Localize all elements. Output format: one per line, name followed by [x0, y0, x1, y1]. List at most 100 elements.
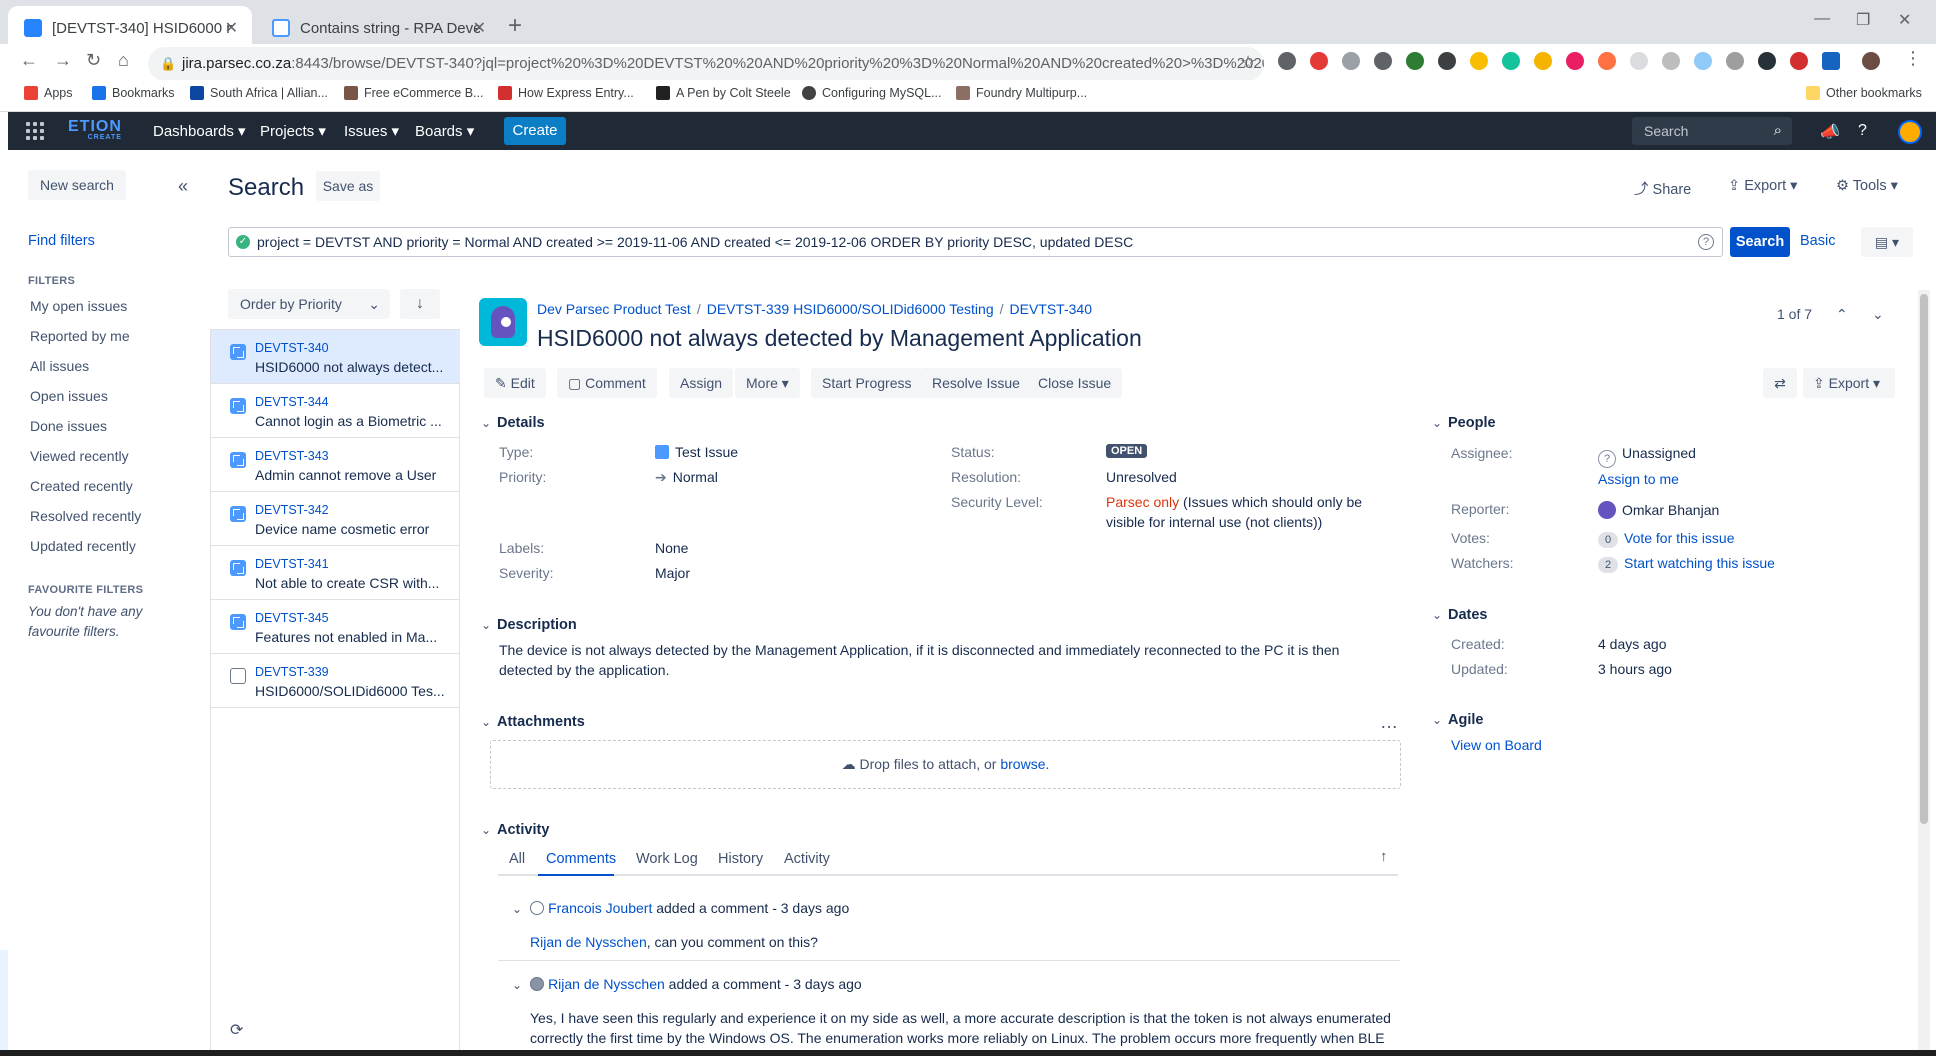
attachments-heading[interactable]: ⌄ Attachments: [481, 714, 585, 730]
refresh-icon[interactable]: ⟳: [230, 1020, 243, 1040]
nav-dashboards[interactable]: Dashboards ▾: [153, 122, 246, 140]
extension-icon[interactable]: [1598, 52, 1616, 70]
forward-icon[interactable]: →: [54, 50, 72, 71]
chrome-menu-icon[interactable]: ⋮: [1904, 48, 1922, 69]
reload-icon[interactable]: ↻: [86, 50, 101, 71]
extension-icon[interactable]: [1310, 52, 1328, 70]
close-tab-icon[interactable]: ✕: [473, 18, 486, 38]
collapse-sidebar-icon[interactable]: «: [178, 176, 188, 197]
description-heading[interactable]: ⌄ Description: [481, 617, 577, 633]
create-button[interactable]: Create: [504, 117, 566, 145]
back-icon[interactable]: ←: [20, 50, 38, 71]
tools-button[interactable]: ⚙ Tools ▾: [1836, 178, 1898, 194]
filter-my-open-issues[interactable]: My open issues: [30, 298, 127, 314]
browse-link[interactable]: browse.: [1000, 756, 1049, 772]
user-avatar[interactable]: [1898, 120, 1922, 144]
nav-boards[interactable]: Boards ▾: [415, 122, 474, 140]
extension-icon[interactable]: [1534, 52, 1552, 70]
extension-icon[interactable]: [1470, 52, 1488, 70]
etion-logo[interactable]: ETION CREATE: [68, 118, 122, 141]
issue-list-item[interactable]: DEVTST-340 HSID6000 not always detect...: [211, 330, 460, 384]
filter-created-recently[interactable]: Created recently: [30, 478, 133, 494]
bookmark-codepen[interactable]: A Pen by Colt Steele: [656, 86, 791, 100]
issue-export-button[interactable]: ⇪ Export ▾: [1803, 368, 1895, 398]
comment-author[interactable]: Rijan de Nysschen: [548, 976, 665, 992]
extension-icon[interactable]: [1342, 52, 1360, 70]
new-search-button[interactable]: New search: [28, 170, 126, 200]
breadcrumb-parent[interactable]: DEVTST-339 HSID6000/SOLIDid6000 Testing: [707, 301, 994, 317]
filter-resolved-recently[interactable]: Resolved recently: [30, 508, 141, 524]
edit-button[interactable]: ✎ Edit: [484, 368, 546, 398]
tab-history[interactable]: History: [718, 851, 763, 867]
previous-issue-icon[interactable]: ⌃: [1836, 306, 1848, 323]
address-bar[interactable]: 🔒 jira.parsec.co.za:8443/browse/DEVTST-3…: [148, 47, 1264, 81]
find-filters-link[interactable]: Find filters: [28, 233, 95, 249]
attachment-dropzone[interactable]: ☁ Drop files to attach, or browse.: [490, 740, 1401, 789]
filter-viewed-recently[interactable]: Viewed recently: [30, 448, 129, 464]
vote-link[interactable]: Vote for this issue: [1624, 530, 1735, 546]
extension-icon[interactable]: [1726, 52, 1744, 70]
tab-all[interactable]: All: [509, 851, 525, 867]
save-as-button[interactable]: Save as: [316, 171, 380, 201]
scrollbar-thumb[interactable]: [1920, 294, 1928, 824]
sort-direction-button[interactable]: ↓: [400, 289, 440, 319]
tab-work-log[interactable]: Work Log: [636, 851, 698, 867]
dates-heading[interactable]: ⌄ Dates: [1432, 607, 1488, 623]
bookmark-mysql[interactable]: Configuring MySQL...: [802, 86, 942, 100]
layout-switcher-button[interactable]: ▤ ▾: [1861, 227, 1913, 257]
extension-icon[interactable]: [1790, 52, 1808, 70]
people-heading[interactable]: ⌄ People: [1432, 415, 1496, 431]
extension-icon[interactable]: [1438, 52, 1456, 70]
home-icon[interactable]: ⌂: [118, 50, 129, 71]
syntax-help-icon[interactable]: ?: [1698, 234, 1714, 250]
bookmark-foundry[interactable]: Foundry Multipurp...: [956, 86, 1087, 100]
profile-avatar[interactable]: [1862, 52, 1880, 70]
chevron-down-icon[interactable]: ⌄: [512, 978, 522, 992]
minimize-icon[interactable]: —: [1814, 10, 1830, 28]
app-switcher-icon[interactable]: [26, 122, 44, 140]
bookmark-south-africa[interactable]: South Africa | Allian...: [190, 86, 328, 100]
close-window-icon[interactable]: ✕: [1898, 10, 1911, 30]
extension-icon[interactable]: [1278, 52, 1296, 70]
start-progress-button[interactable]: Start Progress: [811, 368, 923, 398]
extension-icon[interactable]: [1694, 52, 1712, 70]
nav-projects[interactable]: Projects ▾: [260, 122, 326, 140]
filter-updated-recently[interactable]: Updated recently: [30, 538, 136, 554]
help-icon[interactable]: ?: [1858, 122, 1867, 140]
tab-comments[interactable]: Comments: [546, 851, 616, 867]
notifications-icon[interactable]: 📣: [1820, 122, 1840, 142]
reporter-name[interactable]: Omkar Bhanjan: [1622, 502, 1719, 518]
assign-to-me-link[interactable]: Assign to me: [1598, 471, 1679, 487]
filter-reported-by-me[interactable]: Reported by me: [30, 328, 130, 344]
more-button[interactable]: More ▾: [735, 368, 800, 398]
search-button[interactable]: Search: [1730, 227, 1790, 257]
filter-all-issues[interactable]: All issues: [30, 358, 89, 374]
order-by-dropdown[interactable]: Order by Priority ⌄: [228, 289, 390, 319]
filter-done-issues[interactable]: Done issues: [30, 418, 107, 434]
issue-list-item[interactable]: DEVTST-342 Device name cosmetic error: [211, 492, 460, 546]
page-scrollbar[interactable]: [1918, 290, 1930, 1050]
basic-mode-link[interactable]: Basic: [1800, 233, 1835, 249]
issue-list-item[interactable]: DEVTST-343 Admin cannot remove a User: [211, 438, 460, 492]
sort-order-icon[interactable]: ↑: [1380, 848, 1388, 865]
jql-query-input[interactable]: ✓ project = DEVTST AND priority = Normal…: [228, 227, 1723, 257]
extension-icon[interactable]: [1758, 52, 1776, 70]
export-button[interactable]: ⇪ Export ▾: [1728, 178, 1797, 194]
bookmark-express-entry[interactable]: How Express Entry...: [498, 86, 634, 100]
issue-list-item[interactable]: DEVTST-341 Not able to create CSR with..…: [211, 546, 460, 600]
issue-list-item[interactable]: DEVTST-345 Features not enabled in Ma...: [211, 600, 460, 654]
resolve-issue-button[interactable]: Resolve Issue: [921, 368, 1031, 398]
bookmark-bookmarks[interactable]: Bookmarks: [92, 86, 175, 100]
breadcrumb-project[interactable]: Dev Parsec Product Test: [537, 301, 691, 317]
maximize-icon[interactable]: ❐: [1856, 10, 1870, 30]
close-issue-button[interactable]: Close Issue: [1027, 368, 1123, 398]
next-issue-icon[interactable]: ⌄: [1872, 306, 1884, 323]
comment-author[interactable]: Francois Joubert: [548, 900, 652, 916]
nav-issues[interactable]: Issues ▾: [344, 122, 399, 140]
breadcrumb-issue[interactable]: DEVTST-340: [1010, 301, 1092, 317]
more-options-icon[interactable]: …: [1380, 712, 1398, 733]
bookmark-other[interactable]: Other bookmarks: [1806, 86, 1922, 100]
comment-button[interactable]: ▢ Comment: [557, 368, 657, 398]
extension-icon[interactable]: [1502, 52, 1520, 70]
bookmark-star-icon[interactable]: ☆: [1240, 52, 1256, 73]
